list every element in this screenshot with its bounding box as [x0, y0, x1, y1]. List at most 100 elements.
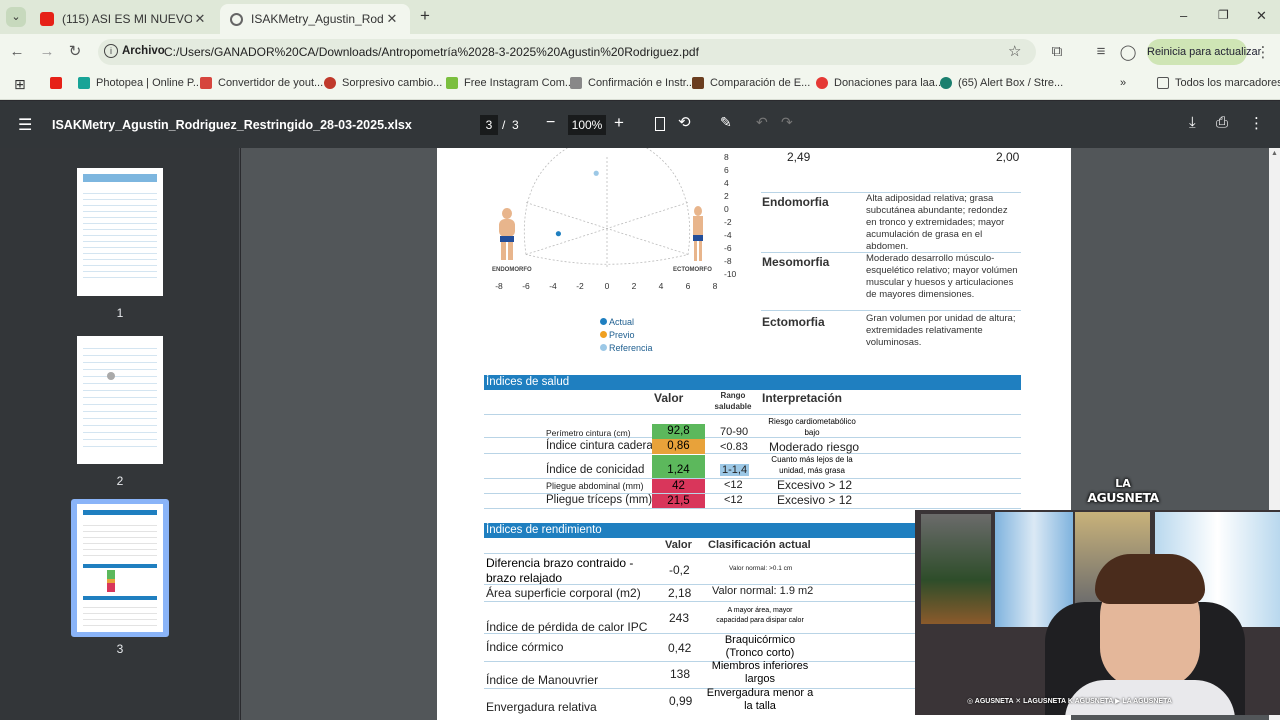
health-section-title: Índices de salud [484, 375, 1021, 390]
bookmark-item[interactable]: Donaciones para laa... [816, 77, 944, 89]
tab-search-button[interactable]: ⌄ [6, 7, 26, 27]
redo-icon[interactable]: ↷ [781, 114, 793, 131]
y-tick-label: -2 [724, 217, 732, 227]
zoom-input[interactable]: 100% [568, 115, 606, 135]
bookmark-item[interactable]: Confirmación e Instr... [570, 77, 695, 89]
performance-row-value: 138 [670, 667, 691, 681]
ectomorph-figure [689, 206, 707, 262]
forward-arrow-icon[interactable]: → [36, 43, 58, 60]
divider [761, 310, 1021, 311]
divider [484, 553, 964, 554]
photopea-icon [78, 77, 90, 89]
y-tick-label: 6 [724, 165, 729, 175]
page-separator: / [502, 118, 506, 132]
endomorfia-title: Endomorfia [762, 195, 829, 209]
performance-row-clas: Valor normal: >0.1 cm [729, 565, 793, 572]
performance-row-label: Índice córmico [486, 640, 564, 654]
scroll-up-arrow-icon[interactable]: ▲ [1271, 150, 1278, 157]
performance-row-clas: A mayor área, mayor capacidad para disipa… [716, 607, 804, 624]
page-thumbnail-3[interactable] [77, 504, 163, 632]
reload-icon[interactable]: ↻ [64, 42, 86, 60]
folder-icon [1157, 77, 1169, 89]
new-tab-button[interactable]: + [416, 6, 434, 26]
bookmark-item[interactable]: Convertidor de yout... [200, 77, 323, 89]
health-row-range: 70-90 [720, 426, 749, 438]
data-point-referencia [593, 170, 599, 176]
x-tick-label: -8 [495, 281, 503, 291]
profile-icon[interactable]: ◯ [1117, 43, 1139, 61]
y-tick-label: 0 [724, 204, 729, 214]
health-row-interp: Riesgo cardiometabólico bajo [768, 417, 856, 437]
apps-grid-icon[interactable]: ⊞ [14, 76, 26, 93]
rotate-icon[interactable]: ⟲ [678, 113, 691, 131]
bookmarks-bar: ⊞ Photopea | Online P... Convertidor de … [0, 70, 1280, 100]
mesomorfia-desc: Moderado desarrollo músculo-esquelético … [866, 253, 1018, 300]
health-row-label: Perímetro cintura (cm) [546, 428, 631, 438]
print-icon[interactable]: ⎙ [1216, 114, 1228, 131]
bookmark-star-icon[interactable]: ☆ [1008, 42, 1021, 60]
reading-list-icon[interactable]: ≡ [1090, 43, 1112, 60]
health-row-interp: Cuanto más lejos de la unidad, más grasa [771, 455, 853, 475]
y-tick-label: 2 [724, 191, 729, 201]
bookmark-item[interactable]: Sorpresivo cambio... [324, 77, 442, 89]
page-thumbnail-1[interactable] [77, 168, 163, 296]
y-tick-label: -6 [724, 243, 732, 253]
health-row-label: Pliegue abdominal (mm) [546, 481, 644, 491]
download-icon[interactable]: ⤓ [1189, 114, 1196, 131]
restore-button[interactable]: ❐ [1218, 8, 1229, 22]
hamburger-menu-icon[interactable]: ☰ [18, 115, 32, 135]
streamer-hair [1095, 554, 1205, 604]
more-actions-icon[interactable]: ⋮ [1249, 114, 1264, 132]
page-thumbnail-2[interactable] [77, 336, 163, 464]
back-arrow-icon[interactable]: ← [6, 43, 28, 60]
extensions-icon[interactable]: ⧉ [1046, 43, 1068, 60]
fit-page-icon[interactable] [655, 117, 665, 131]
health-row-label: Índice de conicidad [546, 464, 645, 476]
annotate-icon[interactable]: ✎ [720, 114, 732, 131]
bookmark-item[interactable]: Photopea | Online P... [78, 77, 202, 89]
minimize-button[interactable]: – [1180, 8, 1187, 23]
bookmark-item[interactable]: Free Instagram Com... [446, 77, 574, 89]
somatotype-value-right: 2,00 [996, 150, 1020, 164]
health-row-range: <12 [724, 479, 743, 491]
y-tick-label: -8 [724, 256, 732, 266]
zoom-in-button[interactable]: + [614, 113, 624, 133]
close-icon[interactable]: ✕ [384, 11, 400, 27]
thumbnail-sidebar: 1 2 3 [0, 148, 240, 720]
bookmark-youtube[interactable] [50, 77, 68, 89]
zoom-out-button[interactable]: − [546, 114, 555, 132]
bookmark-item[interactable]: Comparación de E... [692, 77, 810, 89]
bookmark-item[interactable]: (65) Alert Box / Stre... [940, 77, 1063, 89]
divider [484, 601, 964, 602]
performance-row-clas: Braquicórmico (Tronco corto) [724, 634, 796, 659]
health-row-interp: Excesivo > 12 [777, 478, 853, 492]
page-number-input[interactable]: 3 [480, 115, 498, 135]
close-window-button[interactable]: ✕ [1256, 8, 1267, 24]
youtube-icon [50, 77, 62, 89]
menu-kebab-icon[interactable]: ⋮ [1252, 43, 1274, 61]
tab-pdf[interactable]: ISAKMetry_Agustin_Rodriguez_ ✕ [220, 4, 410, 34]
legend-actual: Actual [600, 317, 634, 327]
all-bookmarks-folder[interactable]: Todos los marcadores [1157, 77, 1280, 89]
tab-youtube[interactable]: (115) ASI ES MI NUEVO CAMB ✕ [30, 4, 218, 34]
youtube-icon: ▶ [1115, 698, 1121, 705]
endomorph-label: ENDOMORFO [492, 267, 532, 273]
performance-row-clas: Envergadura menor a la talla [706, 687, 814, 712]
ectomorfia-title: Ectomorfia [762, 315, 825, 329]
performance-row-clas: Miembros inferiores largos [711, 660, 809, 685]
info-icon[interactable]: i [104, 44, 118, 58]
more-bookmarks-chevron-icon[interactable]: » [1120, 77, 1126, 89]
address-bar[interactable]: i Archivo C:/Users/GANADOR%20CA/Download… [98, 39, 1036, 65]
undo-icon[interactable]: ↶ [756, 114, 768, 131]
health-row-value: 92,8 [652, 424, 705, 439]
legend-previo: Previo [600, 330, 635, 340]
tab-strip: ⌄ (115) ASI ES MI NUEVO CAMB ✕ ISAKMetry… [0, 0, 1280, 34]
tab-title: (115) ASI ES MI NUEVO CAMB [62, 12, 192, 26]
pdf-toolbar: ☰ ISAKMetry_Agustin_Rodriguez_Restringid… [0, 101, 1280, 148]
close-icon[interactable]: ✕ [192, 11, 208, 27]
alertbox-icon [940, 77, 952, 89]
performance-section-title: Índices de rendimiento [484, 523, 964, 538]
social-handles: ◎ AGUSNETA ✕ LAGUSNETA K AGUSNETA ▶ LA A… [967, 698, 1172, 705]
url-text[interactable]: C:/Users/GANADOR%20CA/Downloads/Antropom… [164, 45, 699, 59]
update-button[interactable]: Reinicia para actualizar [1147, 39, 1261, 65]
